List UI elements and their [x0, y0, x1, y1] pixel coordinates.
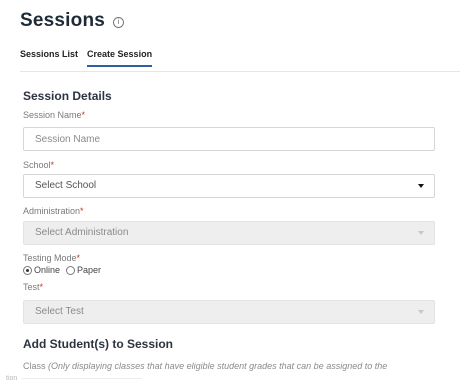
school-select[interactable]: Select School	[23, 174, 435, 198]
radio-unchecked-icon	[66, 265, 76, 275]
class-label: Class	[23, 361, 46, 371]
tabs-divider	[20, 71, 460, 72]
page-title: Sessions	[20, 10, 106, 31]
class-note-text: (Only displaying classes that have eligi…	[48, 361, 388, 371]
required-mark: *	[39, 282, 44, 292]
test-select-value: Select Test	[35, 306, 84, 317]
radio-checked-icon	[23, 265, 32, 275]
radio-paper-label: Paper	[77, 265, 102, 275]
testing-mode-radio-group: Online Paper	[23, 265, 107, 275]
tab-bar: Sessions List Create Session	[20, 49, 161, 67]
chevron-down-icon	[418, 231, 424, 235]
administration-select-value: Select Administration	[35, 227, 129, 238]
session-name-input[interactable]	[23, 127, 435, 151]
school-select-value: Select School	[35, 180, 97, 191]
test-select[interactable]: Select Test	[23, 300, 435, 324]
chevron-down-icon	[418, 310, 424, 314]
required-mark: *	[50, 160, 55, 170]
administration-select[interactable]: Select Administration	[23, 221, 435, 245]
administration-label: Administration*	[23, 206, 84, 216]
class-note: Class (Only displaying classes that have…	[23, 361, 387, 371]
radio-paper[interactable]: Paper	[66, 265, 101, 275]
required-mark: *	[81, 110, 86, 120]
add-students-heading: Add Student(s) to Session	[23, 337, 173, 351]
session-name-label: Session Name*	[23, 110, 86, 120]
page-header: Sessions i	[20, 10, 125, 32]
test-label: Test*	[23, 282, 44, 292]
session-details-heading: Session Details	[23, 89, 112, 103]
required-mark: *	[80, 206, 84, 216]
tab-sessions-list[interactable]: Sessions List	[20, 49, 78, 67]
tab-create-session[interactable]: Create Session	[87, 49, 153, 67]
radio-online[interactable]: Online	[23, 265, 60, 275]
school-label: School*	[23, 160, 55, 170]
info-icon[interactable]: i	[113, 16, 125, 28]
required-mark: *	[76, 253, 81, 263]
radio-online-label: Online	[34, 265, 61, 275]
testing-mode-label: Testing Mode*	[23, 253, 81, 263]
cutoff-divider	[22, 378, 142, 379]
chevron-down-icon	[418, 184, 424, 188]
